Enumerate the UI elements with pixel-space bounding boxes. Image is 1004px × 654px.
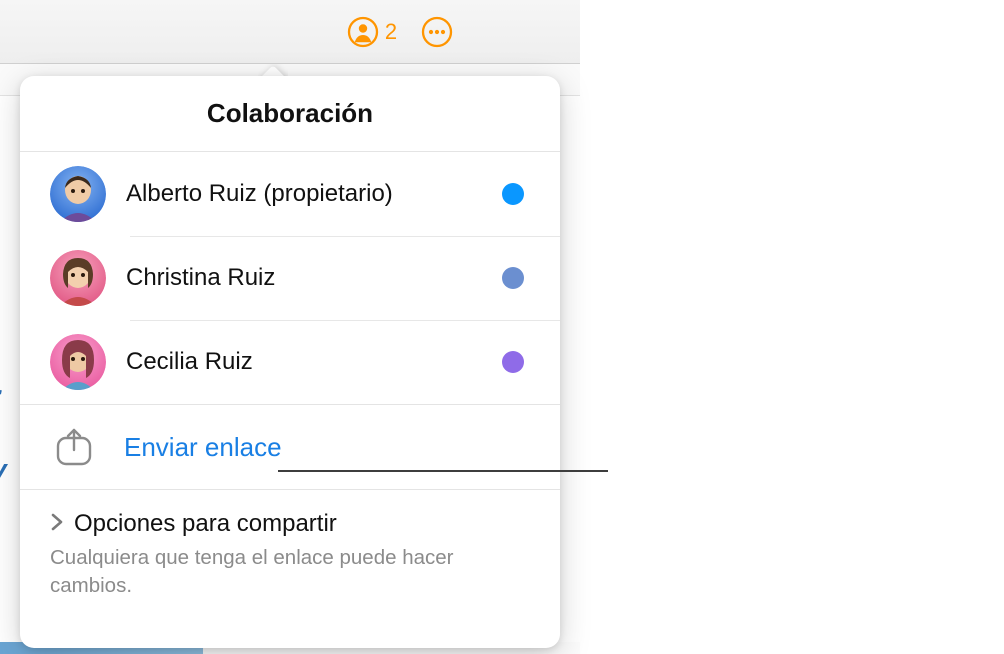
share-icon [50,423,98,471]
participant-name: Alberto Ruiz (propietario) [126,180,482,208]
share-options-subtitle: Cualquiera que tenga el enlace puede hac… [50,544,530,599]
collaborator-count: 2 [385,19,397,45]
share-options-title: Opciones para compartir [74,510,337,538]
participant-name: Cecilia Ruiz [126,348,482,376]
participant-row[interactable]: Alberto Ruiz (propietario) [20,152,560,236]
avatar [50,166,106,222]
person-circle-icon [347,16,379,48]
participant-name: Christina Ruiz [126,264,482,292]
app-frame: 2 r y Colaboración [0,0,580,654]
avatar [50,334,106,390]
more-toolbar-button[interactable] [421,16,453,48]
popover-title: Colaboración [20,76,560,151]
participant-row[interactable]: Cecilia Ruiz [20,320,560,404]
participants-section: Alberto Ruiz (propietario) C [20,151,560,404]
toolbar: 2 [0,0,580,64]
presence-dot [502,351,524,373]
presence-dot [502,267,524,289]
chevron-right-icon [50,513,64,535]
document-background-text: r y [0,370,20,570]
send-link-label: Enviar enlace [124,432,282,463]
participant-row[interactable]: Christina Ruiz [20,236,560,320]
share-options-row[interactable]: Opciones para compartir Cualquiera que t… [20,489,560,619]
avatar [50,250,106,306]
collaboration-popover: Colaboración Alberto Ruiz (propietario) [20,76,560,648]
collaboration-toolbar-button[interactable]: 2 [347,16,397,48]
send-link-row[interactable]: Enviar enlace [20,404,560,489]
callout-line [278,470,608,472]
more-ellipsis-icon [421,16,453,48]
presence-dot [502,183,524,205]
